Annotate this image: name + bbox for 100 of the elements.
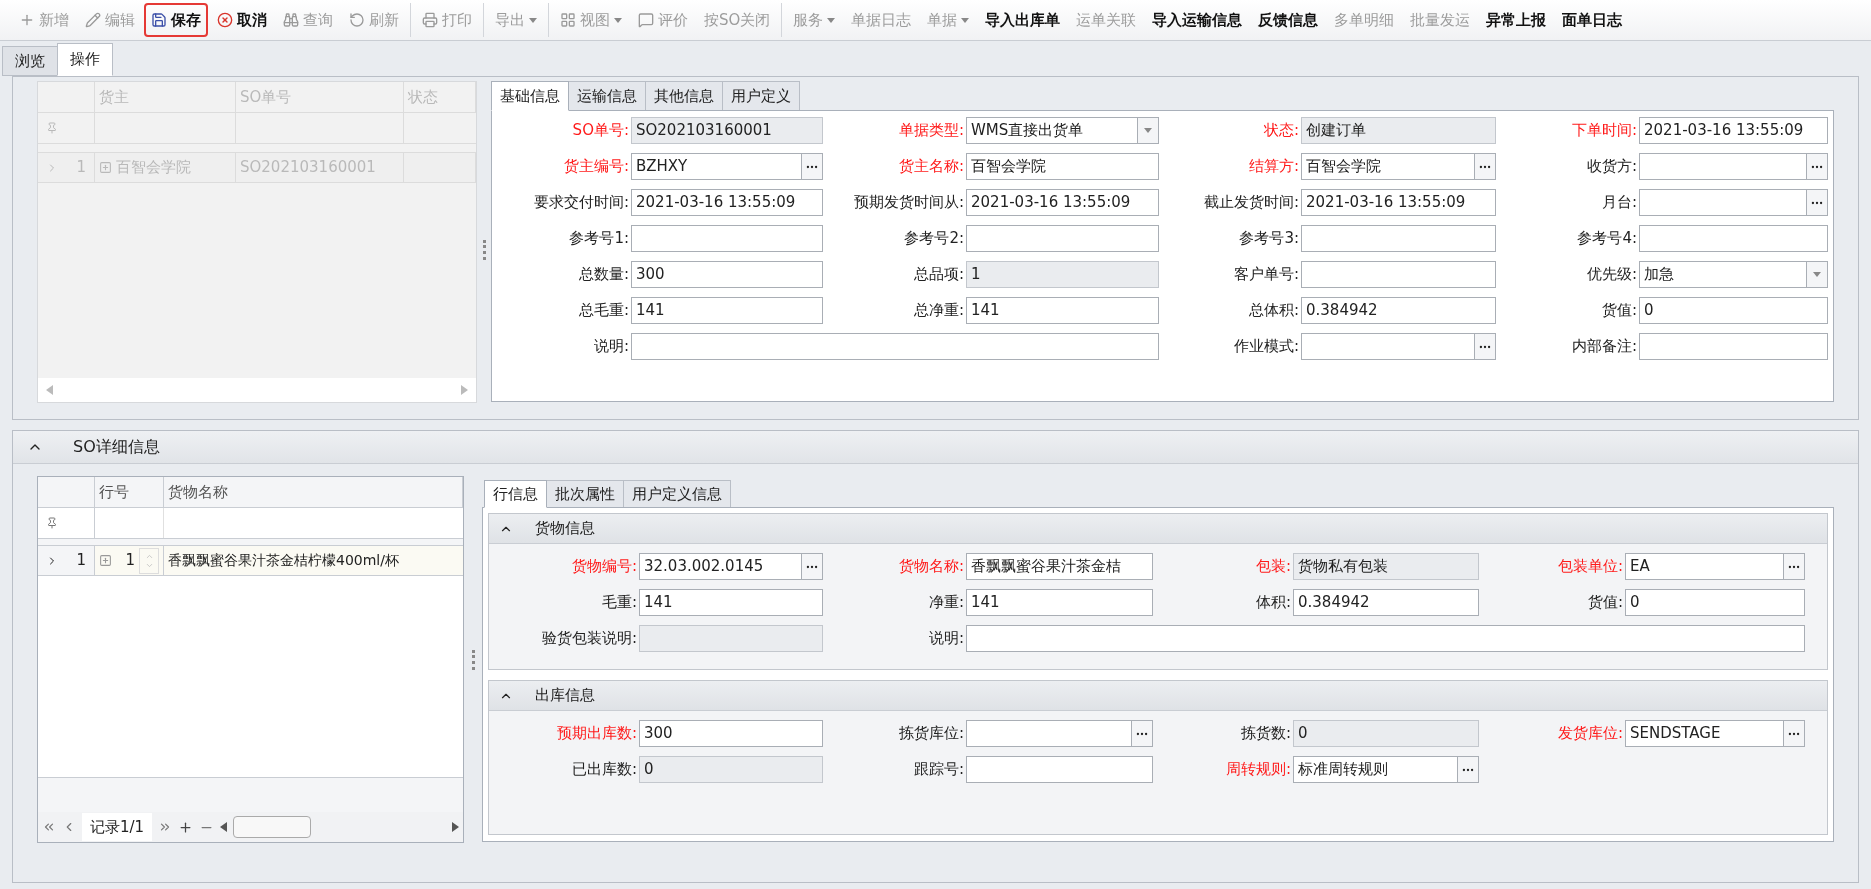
dropdown-button[interactable] — [1137, 117, 1159, 144]
input-field[interactable]: 141 — [631, 297, 823, 324]
lookup-button[interactable] — [801, 553, 823, 580]
input-field[interactable]: 300 — [631, 261, 823, 288]
input-field[interactable] — [631, 225, 823, 252]
input-field[interactable]: 加急 — [1639, 261, 1807, 288]
input-field[interactable] — [1639, 225, 1828, 252]
tab[interactable]: 批次属性 — [546, 480, 624, 508]
input-field[interactable]: 0 — [1639, 297, 1828, 324]
section-title: SO详细信息 — [73, 436, 160, 458]
field-label: 参考号4: — [1576, 228, 1638, 250]
group-header[interactable]: 出库信息 — [489, 681, 1827, 711]
input-field[interactable]: 香飘飘蜜谷果汁茶金桔 — [966, 553, 1153, 580]
tab[interactable]: 操作 — [57, 43, 113, 76]
expand-icon[interactable] — [99, 161, 112, 174]
input-field[interactable]: 141 — [966, 589, 1153, 616]
caret-icon — [1813, 272, 1821, 277]
dropdown-button[interactable] — [1806, 261, 1828, 288]
tab[interactable]: 运输信息 — [568, 81, 646, 111]
lookup-button[interactable] — [1806, 189, 1828, 216]
input-field[interactable]: BZHXY — [631, 153, 802, 180]
input-field[interactable] — [1301, 225, 1496, 252]
input-field[interactable]: 0 — [1625, 589, 1805, 616]
plus-icon[interactable] — [178, 819, 194, 835]
group-header[interactable]: 货物信息 — [489, 514, 1827, 544]
splitter-handle[interactable] — [482, 240, 486, 260]
input-field[interactable]: 2021-03-16 13:55:09 — [631, 189, 823, 216]
input-field[interactable]: SO202103160001 — [631, 117, 823, 144]
field-label: 总净重: — [912, 300, 965, 322]
input-field[interactable] — [966, 720, 1132, 747]
input-field[interactable] — [1301, 333, 1475, 360]
lookup-button[interactable] — [1783, 553, 1805, 580]
input-field[interactable] — [1639, 153, 1807, 180]
toolbar-button[interactable]: 保存 — [144, 3, 208, 37]
input-field[interactable]: WMS直接出货单 — [966, 117, 1138, 144]
input-field[interactable]: 0.384942 — [1293, 589, 1479, 616]
input-field[interactable]: 标准周转规则 — [1293, 756, 1458, 783]
input-field[interactable] — [631, 333, 1159, 360]
input-field[interactable] — [1301, 261, 1496, 288]
group-title: 货物信息 — [535, 518, 595, 540]
input-field[interactable] — [966, 625, 1805, 652]
input-field[interactable]: 0 — [639, 756, 823, 783]
input-field[interactable]: SENDSTAGE — [1625, 720, 1784, 747]
column-header[interactable]: 行号 — [95, 477, 164, 507]
column-header[interactable]: 货物名称 — [164, 477, 463, 507]
input-field[interactable]: 创建订单 — [1301, 117, 1496, 144]
input-field[interactable] — [966, 225, 1159, 252]
field-label: 内部备注: — [1570, 336, 1638, 358]
input-field[interactable]: 141 — [639, 589, 823, 616]
input-field[interactable]: 百智会学院 — [1301, 153, 1475, 180]
tab[interactable]: 基础信息 — [491, 81, 569, 111]
input-field[interactable]: 货物私有包装 — [1293, 553, 1479, 580]
toolbar-button[interactable]: 导入运输信息 — [1145, 3, 1250, 37]
input-field[interactable]: 百智会学院 — [966, 153, 1159, 180]
field-label: 已出库数: — [570, 759, 638, 781]
input-field[interactable]: 300 — [639, 720, 823, 747]
tab[interactable]: 浏览 — [2, 46, 58, 76]
section-header[interactable]: SO详细信息 — [13, 431, 1858, 464]
expand-icon[interactable] — [99, 554, 112, 567]
first-record-icon[interactable] — [42, 820, 56, 834]
lookup-button[interactable] — [1783, 720, 1805, 747]
input-field[interactable]: 2021-03-16 13:55:09 — [966, 189, 1159, 216]
splitter-handle[interactable] — [471, 649, 475, 670]
input-field[interactable]: 2021-03-16 13:55:09 — [1639, 117, 1828, 144]
field-label: 总体积: — [1247, 300, 1300, 322]
field-label: 收货方: — [1585, 156, 1638, 178]
input-field[interactable]: 141 — [966, 297, 1159, 324]
input-field[interactable]: EA — [1625, 553, 1784, 580]
scroll-thumb[interactable] — [233, 816, 312, 838]
lookup-button[interactable] — [1474, 153, 1496, 180]
tab[interactable]: 行信息 — [484, 480, 547, 508]
toolbar-button[interactable]: 反馈信息 — [1251, 3, 1326, 37]
toolbar-button[interactable]: 面单日志 — [1555, 3, 1630, 37]
input-field[interactable]: 32.03.002.0145 — [639, 553, 802, 580]
lookup-button[interactable] — [1474, 333, 1496, 360]
field-label: 体积: — [1254, 592, 1292, 614]
lookup-button[interactable] — [1806, 153, 1828, 180]
input-field[interactable]: 0 — [1293, 720, 1479, 747]
toolbar-button[interactable]: 导入出库单 — [978, 3, 1068, 37]
input-field[interactable]: 0.384942 — [1301, 297, 1496, 324]
tab[interactable]: 用户定义 — [722, 81, 800, 111]
field-label: 毛重: — [600, 592, 638, 614]
toolbar-button[interactable]: 异常上报 — [1479, 3, 1554, 37]
input-field[interactable]: 2021-03-16 13:55:09 — [1301, 189, 1496, 216]
scroll-left-icon[interactable] — [220, 822, 228, 832]
scroll-right-icon[interactable] — [452, 822, 459, 832]
table-cell[interactable]: 香飘飘蜜谷果汁茶金桔柠檬400ml/杯 — [164, 546, 463, 575]
tab[interactable]: 其他信息 — [645, 81, 723, 111]
input-field[interactable] — [1639, 333, 1828, 360]
input-field[interactable] — [966, 756, 1153, 783]
toolbar-button[interactable]: 取消 — [210, 3, 274, 37]
spin-button[interactable] — [139, 547, 159, 574]
lookup-button[interactable] — [801, 153, 823, 180]
input-field[interactable]: 1 — [966, 261, 1159, 288]
lookup-button[interactable] — [1457, 756, 1479, 783]
input-field[interactable] — [1639, 189, 1807, 216]
lookup-button[interactable] — [1131, 720, 1153, 747]
field-label: 货主编号: — [562, 156, 630, 178]
input-field[interactable] — [639, 625, 823, 652]
tab[interactable]: 用户定义信息 — [623, 480, 731, 508]
